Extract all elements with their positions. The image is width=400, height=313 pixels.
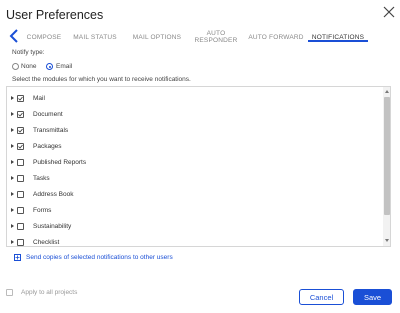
checkbox-checklist[interactable] [17,238,24,246]
expand-arrow-icon[interactable] [11,240,14,244]
scrollbar-thumb[interactable] [384,97,390,215]
tab-bar: COMPOSE MAIL STATUS MAIL OPTIONS AUTO RE… [0,26,400,48]
radio-none[interactable] [12,63,19,70]
apply-all-label: Apply to all projects [21,289,78,296]
checkbox-packages[interactable] [17,142,24,150]
expand-arrow-icon[interactable] [11,144,14,148]
expand-arrow-icon[interactable] [11,224,14,228]
list-item-tasks[interactable]: Tasks [7,170,379,186]
tab-auto-forward[interactable]: AUTO FORWARD [246,26,306,48]
plus-box-icon [14,254,21,261]
notify-type-label: Notify type: [12,49,45,56]
list-item-sustainability[interactable]: Sustainability [7,218,379,234]
list-item-document[interactable]: Document [7,106,379,122]
save-button[interactable]: Save [353,289,392,305]
list-item-label: Document [33,110,63,118]
list-item-label: Mail [33,94,45,102]
radio-email-label: Email [56,63,73,70]
list-item-transmittals[interactable]: Transmittals [7,122,379,138]
radio-email[interactable] [46,63,53,70]
modules-list: Mail Document Transmittals Packages Publ… [6,86,391,247]
checkbox-sustainability[interactable] [17,222,24,230]
checkbox-document[interactable] [17,110,24,118]
checkbox-tasks[interactable] [17,174,24,182]
list-item-label: Tasks [33,174,50,182]
list-item-label: Published Reports [33,158,87,166]
dialog-title: User Preferences [6,8,104,22]
expand-arrow-icon[interactable] [11,96,14,100]
expand-arrow-icon[interactable] [11,192,14,196]
checkbox-apply-all[interactable] [6,289,13,296]
list-item-packages[interactable]: Packages [7,138,379,154]
list-item-mail[interactable]: Mail [7,90,379,106]
radio-none-label: None [21,63,37,70]
checkbox-transmittals[interactable] [17,126,24,134]
apply-all-projects[interactable]: Apply to all projects [6,289,77,296]
list-item-published-reports[interactable]: Published Reports [7,154,379,170]
checkbox-address-book[interactable] [17,190,24,198]
scrollbar[interactable] [383,87,390,246]
expand-arrow-icon[interactable] [11,128,14,132]
tab-compose[interactable]: COMPOSE [22,26,66,48]
checkbox-mail[interactable] [17,94,24,102]
list-item-label: Packages [33,142,62,150]
tab-auto-responder[interactable]: AUTO RESPONDER [192,26,240,48]
scroll-up-icon[interactable] [385,90,389,93]
modules-instructions: Select the modules for which you want to… [12,76,191,83]
tab-mail-options[interactable]: MAIL OPTIONS [126,26,188,48]
list-item-checklist[interactable]: Checklist [7,234,379,246]
expand-arrow-icon[interactable] [11,160,14,164]
chevron-left-icon[interactable] [8,28,20,44]
tab-notifications[interactable]: NOTIFICATIONS [308,26,368,48]
list-item-label: Transmittals [33,126,69,134]
send-copies-label: Send copies of selected notifications to… [26,254,173,261]
send-copies-link[interactable]: Send copies of selected notifications to… [14,254,173,261]
list-item-label: Address Book [33,190,74,198]
expand-arrow-icon[interactable] [11,176,14,180]
scroll-down-icon[interactable] [385,239,389,242]
list-item-address-book[interactable]: Address Book [7,186,379,202]
list-item-label: Forms [33,206,52,214]
active-tab-indicator [308,40,368,42]
close-icon[interactable] [381,2,397,22]
list-item-label: Sustainability [33,222,72,230]
expand-arrow-icon[interactable] [11,112,14,116]
checkbox-forms[interactable] [17,206,24,214]
list-item-label: Checklist [33,238,60,246]
checkbox-published-reports[interactable] [17,158,24,166]
list-item-forms[interactable]: Forms [7,202,379,218]
expand-arrow-icon[interactable] [11,208,14,212]
tab-mail-status[interactable]: MAIL STATUS [70,26,120,48]
cancel-button[interactable]: Cancel [299,289,344,305]
